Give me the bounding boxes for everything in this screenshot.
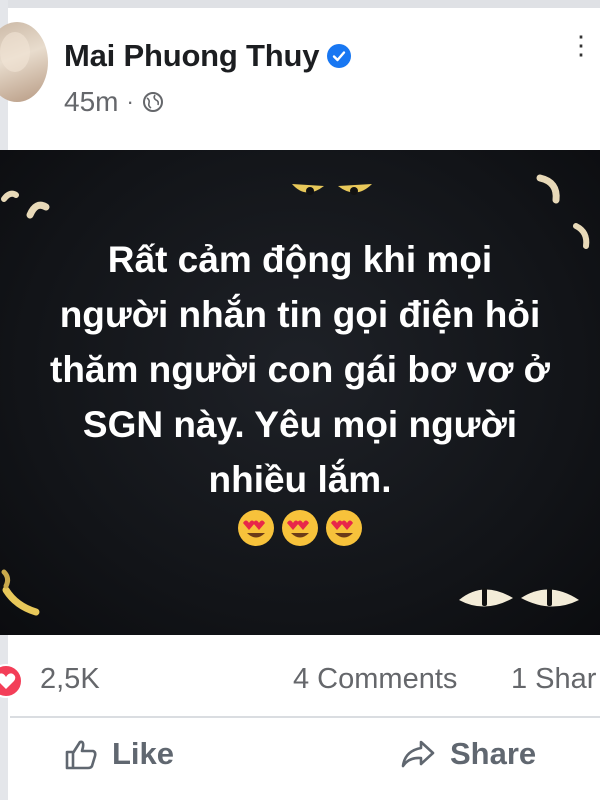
share-count[interactable]: 1 Shar [511,663,596,696]
like-label: Like [112,736,175,771]
post-text-line: Rất cảm động khi mọi [107,239,493,280]
bottom-right-eyes-icon [459,588,579,607]
thumbs-up-icon [65,740,97,770]
post-meta: 45m · [64,86,164,118]
window-top-edge [0,0,600,8]
post-text-line: SGN này. Yêu mọi người [82,404,518,445]
share-arrow-icon [401,740,435,768]
more-options-icon[interactable]: ⋮ [568,30,594,61]
post-text-line: thăm người con gái bơ vơ ở [50,349,550,390]
public-globe-icon [142,92,163,112]
bottom-left-curl-icon [1,569,40,616]
post-text: Rất cảm động khi mọi người nhắn tin gọi … [40,232,560,507]
avatar[interactable] [0,22,48,102]
top-center-eyes-icon [292,184,372,195]
share-label: Share [450,736,537,771]
heart-eyes-emoji-icon [282,510,318,546]
top-left-eyes-icon [1,190,50,219]
author-row: Mai Phuong Thuy [64,38,352,74]
meta-separator: · [126,89,134,114]
reaction-count[interactable]: 2,5K [40,663,100,696]
heart-eyes-emoji-icon [238,510,274,546]
share-button[interactable]: Share [400,736,536,772]
author-name[interactable]: Mai Phuong Thuy [64,38,320,74]
post-time[interactable]: 45m [64,86,118,118]
like-button[interactable]: Like [64,736,174,772]
comment-count[interactable]: 4 Comments [293,663,457,696]
love-reaction-icon[interactable] [0,663,24,699]
emoji-row [0,508,600,548]
verified-badge-icon [327,44,352,68]
post-text-line: người nhắn tin gọi điện hỏi [59,294,541,335]
post-stats: 2,5K 4 Comments 1 Shar [0,655,600,703]
post-background-card: Rất cảm động khi mọi người nhắn tin gọi … [0,150,600,635]
divider [10,716,600,718]
heart-eyes-emoji-icon [326,510,362,546]
post-text-line: nhiều lắm. [208,459,392,500]
